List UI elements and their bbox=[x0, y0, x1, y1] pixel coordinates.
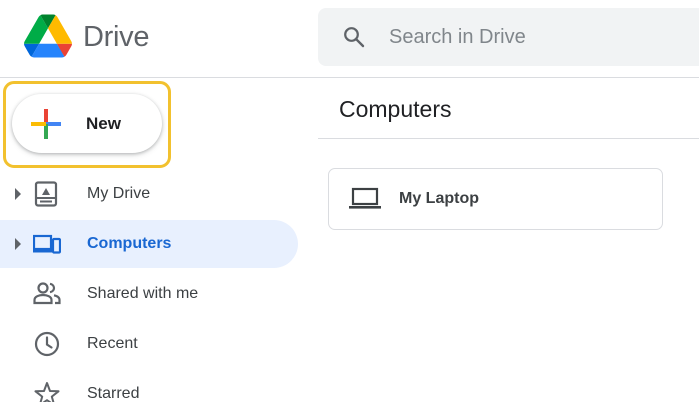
sidebar-item-recent[interactable]: Recent bbox=[0, 320, 298, 368]
recent-clock-icon bbox=[34, 331, 60, 357]
star-icon bbox=[34, 382, 60, 402]
sidebar-item-label: Computers bbox=[87, 235, 172, 252]
computers-icon bbox=[33, 234, 61, 254]
google-drive-logo[interactable] bbox=[24, 14, 72, 58]
drive-window: Drive Search in Drive New My Drive Compu… bbox=[0, 0, 699, 402]
content-divider bbox=[318, 138, 699, 139]
sidebar-item-label: Starred bbox=[87, 385, 140, 402]
search-bar[interactable]: Search in Drive bbox=[318, 8, 699, 66]
page-title: Computers bbox=[339, 96, 452, 122]
new-button[interactable]: New bbox=[12, 94, 162, 153]
sidebar-item-computers[interactable]: Computers bbox=[0, 220, 298, 268]
sidebar-item-label: Recent bbox=[87, 335, 138, 352]
computer-card[interactable]: My Laptop bbox=[328, 168, 663, 230]
expand-caret-icon[interactable] bbox=[14, 187, 22, 201]
expand-caret-icon[interactable] bbox=[14, 237, 22, 251]
header-divider bbox=[0, 77, 699, 78]
sidebar-item-shared-with-me[interactable]: Shared with me bbox=[0, 270, 298, 318]
laptop-icon bbox=[349, 187, 381, 209]
sidebar-item-label: Shared with me bbox=[87, 285, 199, 302]
search-icon[interactable] bbox=[342, 25, 366, 49]
sidebar-item-starred[interactable]: Starred bbox=[0, 370, 298, 402]
sidebar-item-my-drive[interactable]: My Drive bbox=[0, 170, 298, 218]
plus-icon bbox=[31, 109, 61, 139]
shared-with-me-icon bbox=[33, 282, 61, 305]
product-name: Drive bbox=[83, 21, 150, 53]
new-button-label: New bbox=[86, 114, 121, 133]
my-drive-icon bbox=[34, 181, 58, 207]
search-input[interactable]: Search in Drive bbox=[389, 26, 526, 49]
sidebar-item-label: My Drive bbox=[87, 185, 151, 202]
computer-name: My Laptop bbox=[399, 190, 479, 207]
